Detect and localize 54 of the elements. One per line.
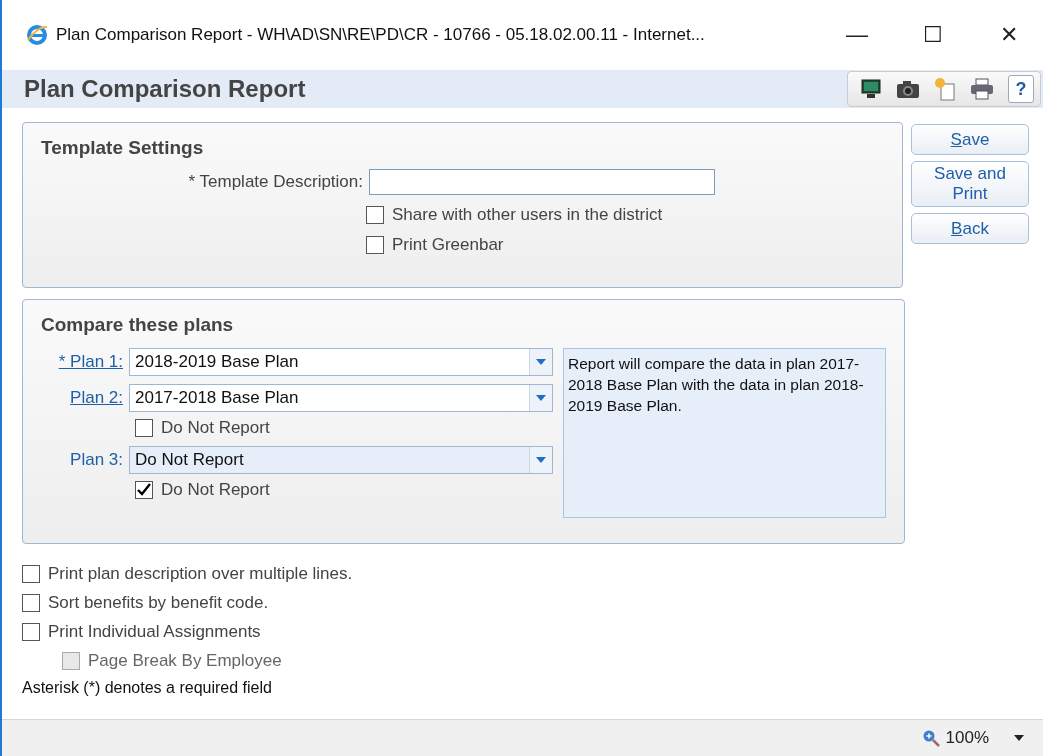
window-control[interactable]: — xyxy=(823,22,891,48)
comparison-note: Report will compare the data in plan 2017-2018 Base Plan with the data in plan 2018-2019 Base Plan. xyxy=(563,348,886,518)
zoom-level[interactable]: 100% xyxy=(945,728,989,748)
help-button[interactable]: ? xyxy=(1008,75,1034,103)
checkbox-label: Print Individual Assignments xyxy=(48,622,261,642)
plan-link[interactable]: * Plan 1: xyxy=(35,352,123,372)
checkbox-label: Page Break By Employee xyxy=(88,651,282,671)
zoom-icon[interactable] xyxy=(921,729,940,747)
window-control[interactable]: ✕ xyxy=(975,22,1043,48)
dropdown-arrow-icon xyxy=(535,358,547,366)
checkbox[interactable]: Share with other users in the district xyxy=(366,205,884,225)
checkbox[interactable]: Print Greenbar xyxy=(366,235,884,255)
checkbox[interactable]: Print Individual Assignments xyxy=(22,622,1029,642)
panel-title: Template Settings xyxy=(41,137,205,159)
action-button[interactable]: Save and Print xyxy=(911,161,1029,207)
camera-icon[interactable] xyxy=(896,78,920,100)
plan-dropdown[interactable]: 2018-2019 Base Plan xyxy=(129,348,553,376)
action-button[interactable]: Save xyxy=(911,124,1029,155)
checkbox-box[interactable] xyxy=(135,419,153,437)
window-title: Plan Comparison Report - WH\AD\SN\RE\PD\CR - 10766 - 05.18.02.00.11 - Internet... xyxy=(56,25,706,45)
input-field[interactable] xyxy=(369,169,715,195)
window-control[interactable]: ☐ xyxy=(899,22,967,48)
checkbox[interactable]: Do Not Report xyxy=(135,480,553,500)
checkbox-box[interactable] xyxy=(366,206,384,224)
monitor-icon[interactable] xyxy=(860,78,882,100)
browser-logo-icon xyxy=(26,24,48,46)
field-label: * Template Description: xyxy=(187,172,364,192)
print-icon[interactable] xyxy=(970,78,994,100)
checkbox-label: Do Not Report xyxy=(161,418,270,438)
plan-label: Plan 3: xyxy=(69,450,123,470)
checkbox-label: Print plan description over multiple lines. xyxy=(48,564,353,584)
check-icon xyxy=(136,482,152,498)
dropdown-arrow-icon xyxy=(535,394,547,402)
checkbox-label: Print Greenbar xyxy=(392,235,504,255)
action-button[interactable]: Back xyxy=(911,213,1029,244)
checkbox[interactable]: Sort benefits by benefit code. xyxy=(22,593,1029,613)
checkbox-label: Do Not Report xyxy=(161,480,270,500)
footnote: Asterisk (*) denotes a required field xyxy=(22,679,273,697)
page-title: Plan Comparison Report xyxy=(24,75,307,103)
checkbox-label: Sort benefits by benefit code. xyxy=(48,593,269,613)
checkbox[interactable]: Print plan description over multiple lines. xyxy=(22,564,1029,584)
checkbox-box[interactable] xyxy=(22,594,40,612)
plan-dropdown[interactable]: 2017-2018 Base Plan xyxy=(129,384,553,412)
plan-dropdown[interactable]: Do Not Report xyxy=(129,446,553,474)
panel-title: Compare these plans xyxy=(41,314,235,336)
checkbox-box[interactable] xyxy=(366,236,384,254)
plan-link[interactable]: Plan 2: xyxy=(35,388,123,408)
checkbox[interactable]: Do Not Report xyxy=(135,418,553,438)
checkbox-box[interactable] xyxy=(135,481,153,499)
checkbox-label: Share with other users in the district xyxy=(392,205,663,225)
checkbox-box[interactable] xyxy=(22,623,40,641)
dropdown-arrow-icon xyxy=(535,456,547,464)
dropdown-arrow-icon[interactable] xyxy=(1013,734,1025,742)
checkbox-box[interactable] xyxy=(22,565,40,583)
